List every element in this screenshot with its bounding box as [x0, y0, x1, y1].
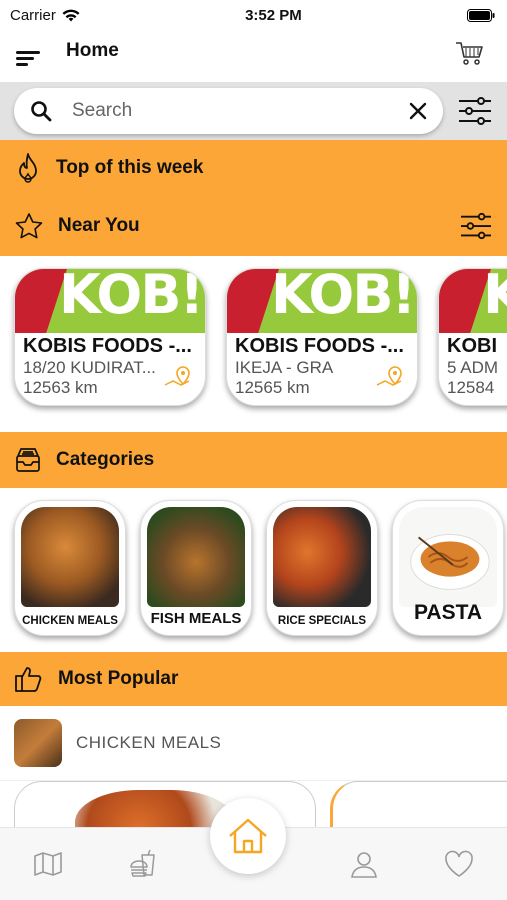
category-label: CHICKEN MEALS [22, 615, 118, 627]
category-image [399, 507, 497, 607]
restaurant-logo: KOB!S [439, 269, 507, 333]
restaurant-card[interactable]: KOB!S KOBI 5 ADM 12584 [438, 268, 507, 406]
filter-icon[interactable] [459, 211, 493, 241]
category-label: FISH MEALS [150, 610, 242, 627]
restaurant-card[interactable]: KOB!S KOBIS FOODS -... 18/20 KUDIRAT... … [14, 268, 206, 406]
fast-food-icon[interactable] [128, 849, 158, 879]
heart-icon[interactable] [444, 850, 474, 878]
section-title: Near You [58, 215, 140, 236]
status-bar: Carrier 3:52 PM [0, 0, 507, 30]
battery-icon [466, 8, 495, 22]
flame-icon [19, 153, 37, 183]
category-label: PASTA [413, 601, 483, 624]
section-title: Most Popular [58, 668, 179, 689]
category-card-rice[interactable]: RICE SPECIALS [266, 500, 378, 636]
map-pin-icon[interactable] [163, 365, 197, 391]
thumbs-up-icon [15, 667, 42, 692]
popular-category-item[interactable]: CHICKEN MEALS [0, 706, 507, 781]
search-icon [31, 101, 52, 122]
inbox-icon [16, 448, 40, 472]
section-near-you[interactable]: Near You [0, 196, 507, 256]
star-icon [15, 213, 43, 239]
map-icon[interactable] [33, 850, 63, 878]
app-header: Home [0, 30, 507, 82]
filter-icon[interactable] [457, 95, 493, 127]
page-title: Home [66, 40, 119, 61]
section-most-popular[interactable]: Most Popular [0, 652, 507, 706]
category-card-fish[interactable]: FISH MEALS [140, 500, 252, 636]
restaurant-logo: KOB!S [227, 269, 417, 333]
search-input[interactable] [70, 99, 391, 123]
home-icon [229, 818, 267, 854]
category-thumbnail [14, 719, 62, 767]
wifi-icon [62, 9, 80, 21]
section-categories[interactable]: Categories [0, 432, 507, 488]
category-image [273, 507, 371, 607]
restaurant-name: KOBIS FOODS -... [23, 335, 192, 357]
popular-category-label: CHICKEN MEALS [76, 733, 222, 752]
category-card-chicken[interactable]: CHICKEN MEALS [14, 500, 126, 636]
cart-icon[interactable] [455, 40, 485, 68]
restaurant-card[interactable]: KOB!S KOBIS FOODS -... IKEJA - GRA 12565… [226, 268, 418, 406]
home-tab-button[interactable] [210, 798, 286, 874]
category-label: RICE SPECIALS [277, 615, 367, 627]
category-card-pasta[interactable]: PASTA [392, 500, 504, 636]
profile-icon[interactable] [349, 849, 379, 879]
restaurant-name: KOBI [447, 335, 497, 357]
section-top-of-week[interactable]: Top of this week [0, 140, 507, 196]
near-you-list: KOB!S KOBIS FOODS -... 18/20 KUDIRAT... … [0, 256, 507, 432]
restaurant-logo: KOB!S [15, 269, 205, 333]
category-image [147, 507, 245, 607]
section-title: Categories [56, 449, 155, 470]
categories-list: CHICKEN MEALS FISH MEALS RICE SPECIALS P… [0, 488, 507, 652]
search-box[interactable] [14, 88, 443, 134]
map-pin-icon[interactable] [375, 365, 409, 391]
restaurant-name: KOBIS FOODS -... [235, 335, 404, 357]
status-time: 3:52 PM [245, 6, 302, 24]
menu-icon[interactable] [14, 47, 42, 69]
carrier-label: Carrier [10, 6, 56, 24]
clear-icon[interactable] [409, 102, 427, 120]
section-title: Top of this week [56, 157, 204, 178]
category-image [21, 507, 119, 607]
search-bar-area [0, 82, 507, 140]
restaurant-address: 5 ADM [447, 358, 499, 377]
restaurant-distance: 12584 [447, 378, 495, 397]
